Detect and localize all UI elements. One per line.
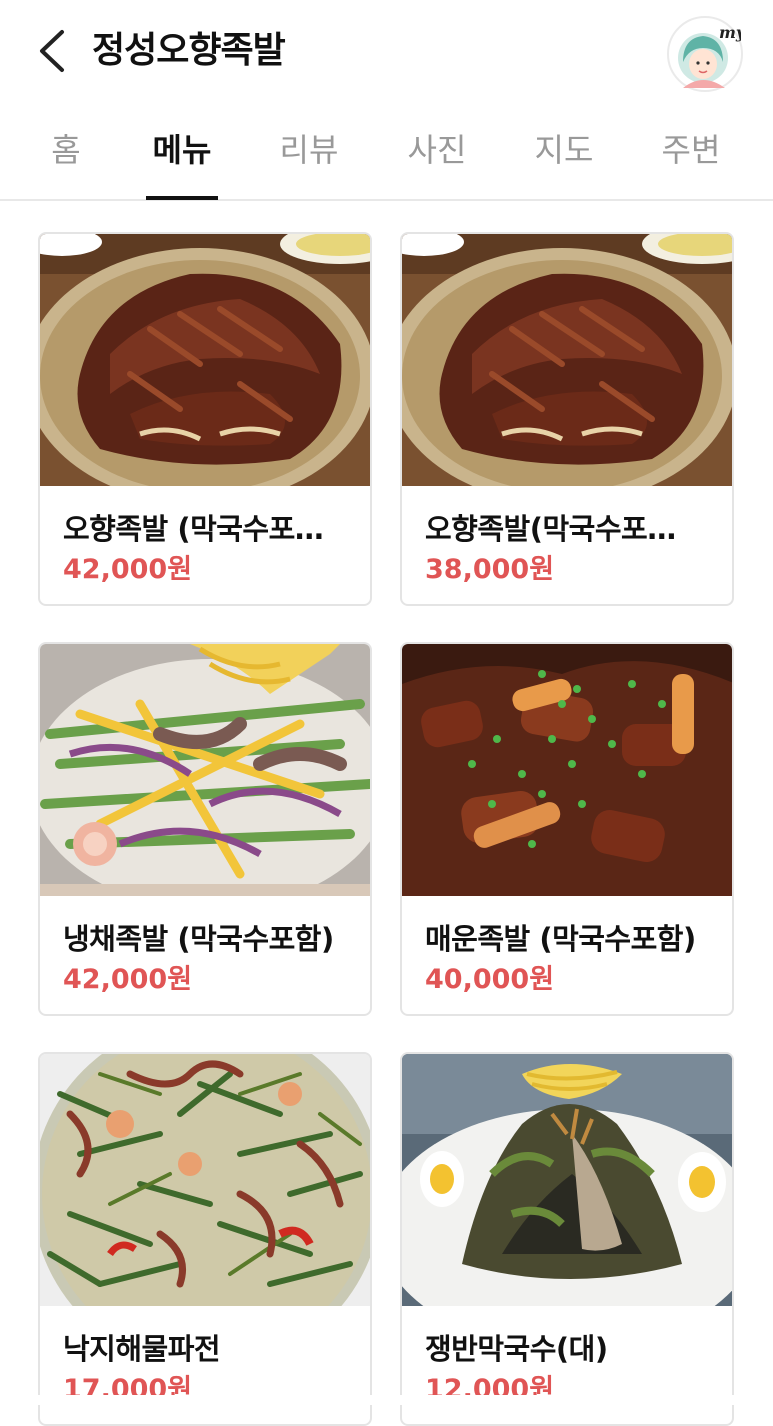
tab-reviews[interactable]: 리뷰 (280, 125, 339, 175)
page-title: 정성오향족발 (92, 30, 286, 71)
menu-item-photo (402, 644, 732, 896)
avatar-badge: my (719, 23, 741, 42)
back-arrow-icon[interactable] (34, 28, 70, 74)
bottom-edge (0, 1395, 773, 1405)
menu-item-photo (402, 1054, 732, 1306)
menu-item-card[interactable]: 오향족발(막국수포… 38,000원 (400, 232, 734, 606)
tab-photos[interactable]: 사진 (408, 125, 467, 175)
menu-item-photo (40, 234, 370, 486)
menu-item-price: 40,000원 (425, 964, 555, 995)
menu-item-name: 오향족발 (막국수포… (63, 512, 324, 546)
tab-menu[interactable]: 메뉴 (153, 125, 212, 175)
avatar-icon: my (671, 20, 741, 88)
menu-item-price: 38,000원 (425, 554, 555, 585)
active-tab-indicator (146, 196, 218, 200)
tab-home[interactable]: 홈 (51, 125, 80, 175)
menu-item-photo (40, 644, 370, 896)
app-header: 정성오향족발 my (0, 0, 773, 105)
menu-item-card[interactable]: 쟁반막국수(대) 12,000원 (400, 1052, 734, 1426)
menu-item-photo (402, 234, 732, 486)
menu-item-name: 매운족발 (막국수포함) (425, 922, 696, 956)
menu-item-price: 42,000원 (63, 964, 193, 995)
my-profile-avatar-button[interactable]: my (667, 16, 743, 92)
menu-item-name: 냉채족발 (막국수포함) (63, 922, 334, 956)
menu-item-name: 오향족발(막국수포… (425, 512, 676, 546)
menu-item-card[interactable]: 매운족발 (막국수포함) 40,000원 (400, 642, 734, 1016)
tab-bar: 홈 메뉴 리뷰 사진 지도 주변 (0, 105, 773, 201)
menu-item-card[interactable]: 오향족발 (막국수포… 42,000원 (38, 232, 372, 606)
menu-item-photo (40, 1054, 370, 1306)
menu-item-name: 낙지해물파전 (63, 1332, 221, 1366)
menu-item-price: 42,000원 (63, 554, 193, 585)
menu-item-card[interactable]: 낙지해물파전 17,000원 (38, 1052, 372, 1426)
tab-map[interactable]: 지도 (535, 125, 594, 175)
menu-item-name: 쟁반막국수(대) (425, 1332, 608, 1366)
menu-item-card[interactable]: 냉채족발 (막국수포함) 42,000원 (38, 642, 372, 1016)
tab-nearby[interactable]: 주변 (662, 125, 721, 175)
